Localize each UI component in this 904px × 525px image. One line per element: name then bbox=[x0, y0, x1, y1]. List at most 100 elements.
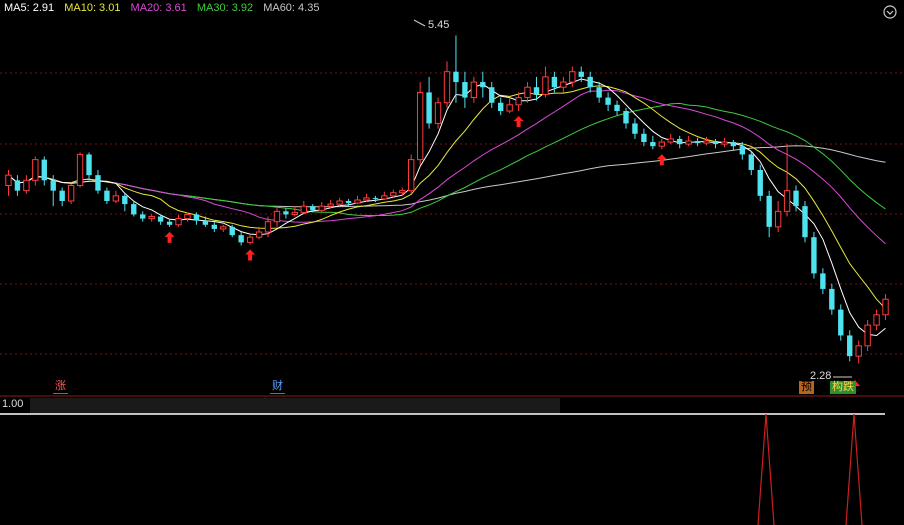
candle-body bbox=[542, 76, 549, 95]
candle-body bbox=[95, 175, 101, 191]
candle-body bbox=[524, 86, 531, 99]
candle-body bbox=[300, 205, 307, 213]
candle-body bbox=[50, 180, 56, 191]
candle-body bbox=[399, 190, 406, 194]
candle-body bbox=[802, 206, 808, 238]
ma5-value: MA5: 2.91 bbox=[4, 2, 55, 14]
finance-tag[interactable]: 财 bbox=[270, 380, 285, 394]
candle-body bbox=[184, 213, 191, 220]
candle-body bbox=[811, 237, 817, 274]
candle-body bbox=[408, 159, 415, 192]
candle-body bbox=[641, 133, 647, 143]
candle-body bbox=[372, 197, 379, 199]
fall-tag[interactable]: 构跌 bbox=[830, 381, 856, 394]
forecast-tag[interactable]: 预 bbox=[799, 381, 814, 394]
buy-arrow-icon bbox=[164, 231, 175, 243]
candle-body bbox=[515, 97, 522, 106]
candle-body bbox=[694, 141, 701, 144]
candle-body bbox=[5, 174, 12, 186]
candle-body bbox=[480, 82, 486, 88]
candle-body bbox=[783, 190, 791, 212]
settings-icon[interactable] bbox=[882, 4, 898, 20]
candle-body bbox=[211, 224, 217, 229]
candle-body bbox=[157, 216, 164, 222]
candle-body bbox=[847, 335, 853, 357]
candle-body bbox=[122, 195, 128, 205]
candle-body bbox=[363, 197, 370, 201]
candle-body bbox=[506, 104, 513, 112]
candle-body bbox=[703, 140, 710, 144]
candle-body bbox=[175, 218, 182, 226]
candle-body bbox=[757, 169, 763, 196]
candle-body bbox=[498, 102, 504, 112]
candle-body bbox=[166, 221, 173, 225]
candle-body bbox=[533, 87, 540, 95]
candle-body bbox=[229, 226, 235, 236]
buy-arrow-icon bbox=[245, 249, 256, 261]
high-pointer bbox=[413, 19, 426, 27]
candle-body bbox=[560, 81, 567, 88]
candle-body bbox=[41, 159, 47, 181]
candle-body bbox=[291, 211, 299, 215]
candle-body bbox=[238, 235, 244, 243]
buy-arrow-icon bbox=[513, 116, 524, 128]
candle-body bbox=[14, 180, 21, 191]
candle-body bbox=[283, 211, 289, 215]
candle-body bbox=[739, 146, 746, 155]
candle-body bbox=[443, 71, 451, 104]
candle-body bbox=[721, 141, 728, 145]
candle-body bbox=[766, 195, 772, 227]
high-price-label: 5.45 bbox=[428, 19, 450, 31]
candle-body bbox=[820, 273, 826, 289]
candle-body bbox=[434, 102, 442, 124]
signal-peak bbox=[757, 413, 775, 525]
candle-body bbox=[381, 195, 388, 200]
candle-body bbox=[264, 221, 272, 233]
candle-body bbox=[855, 345, 862, 357]
fall-tag-label: 跌 bbox=[843, 381, 854, 393]
candle-body bbox=[569, 71, 576, 83]
candle-body bbox=[685, 140, 692, 145]
candle-body bbox=[23, 179, 30, 192]
candle-body bbox=[712, 141, 719, 145]
candle-body bbox=[327, 203, 334, 207]
candle-body bbox=[470, 81, 478, 99]
candle-body bbox=[273, 210, 281, 223]
candle-body bbox=[667, 138, 674, 143]
candle-body bbox=[32, 159, 39, 181]
sub-indicator-band bbox=[30, 398, 560, 414]
candle-body bbox=[489, 87, 495, 103]
ma-legend: MA5: 2.91 MA10: 3.01 MA20: 3.61 MA30: 3.… bbox=[4, 2, 326, 14]
ma5-line bbox=[8, 78, 886, 337]
candle-body bbox=[838, 309, 844, 336]
candle-body bbox=[623, 111, 629, 124]
candle-body bbox=[76, 153, 84, 186]
candle-body bbox=[873, 314, 880, 326]
ma20-value: MA20: 3.61 bbox=[130, 2, 187, 14]
candle-body bbox=[140, 214, 146, 219]
candle-body bbox=[551, 76, 558, 88]
candle-body bbox=[587, 76, 593, 88]
candle-body bbox=[220, 226, 227, 230]
candle-body bbox=[632, 123, 638, 134]
candle-body bbox=[748, 154, 754, 170]
candle-body bbox=[246, 236, 254, 243]
candle-body bbox=[104, 190, 110, 201]
candle-body bbox=[416, 91, 424, 161]
candle-body bbox=[605, 97, 611, 105]
candle-body bbox=[829, 288, 835, 310]
ma30-value: MA30: 3.92 bbox=[196, 2, 254, 14]
candle-body bbox=[202, 220, 209, 225]
candle-body bbox=[774, 210, 782, 228]
candle-body bbox=[882, 298, 889, 316]
candle-body bbox=[131, 204, 137, 215]
candle-body bbox=[793, 190, 799, 207]
rise-tag[interactable]: 涨 bbox=[53, 380, 68, 394]
candle-body bbox=[193, 214, 200, 221]
candle-body bbox=[730, 142, 737, 147]
ma60-value: MA60: 4.35 bbox=[263, 2, 320, 14]
candle-body bbox=[310, 206, 316, 211]
kline-chart[interactable] bbox=[0, 0, 904, 525]
candle-body bbox=[864, 324, 871, 347]
candle-body bbox=[462, 82, 468, 98]
